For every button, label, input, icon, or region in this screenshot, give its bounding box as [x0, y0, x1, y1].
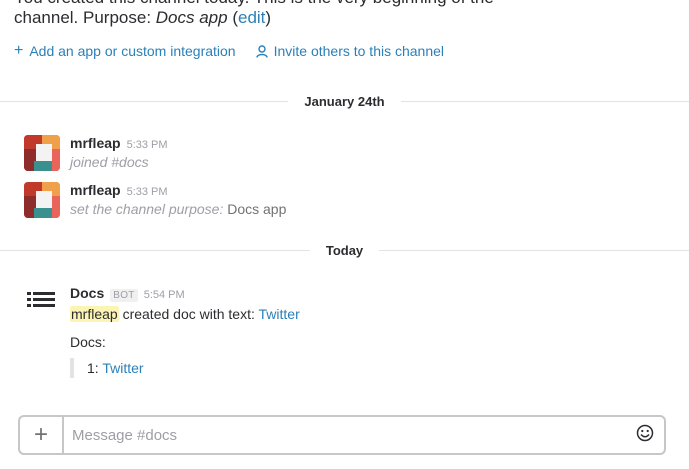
- message-body: mrfleap 5:33 PM set the channel purpose:…: [70, 182, 286, 218]
- divider-line-right: [400, 100, 689, 102]
- message-text-mid: created doc with text:: [118, 306, 259, 322]
- add-app-label: Add an app or custom integration: [29, 43, 236, 59]
- plus-icon: +: [33, 421, 48, 448]
- author-name[interactable]: mrfleap: [70, 135, 121, 151]
- message-body: Docs BOT 5:54 PM mrfleap created doc wit…: [70, 285, 300, 378]
- date-divider-today: Today: [0, 240, 689, 260]
- divider-line-right: [379, 249, 689, 251]
- purpose-value: Docs app: [155, 8, 228, 27]
- message-body: mrfleap 5:33 PM joined #docs: [70, 135, 168, 171]
- attachment-list: 1: Twitter: [70, 358, 300, 378]
- divider-line-left: [0, 249, 310, 251]
- message-timestamp[interactable]: 5:54 PM: [144, 289, 185, 301]
- message-composer: +: [18, 415, 666, 455]
- list-icon[interactable]: [24, 285, 60, 321]
- author-name[interactable]: Docs: [70, 285, 104, 301]
- add-app-link[interactable]: + Add an app or custom integration: [14, 42, 236, 60]
- smiley-icon: [636, 424, 654, 447]
- date-divider-label: Today: [325, 242, 364, 258]
- divider-line-left: [0, 100, 289, 102]
- message-header: mrfleap 5:33 PM: [70, 135, 168, 151]
- date-divider-jan24: January 24th: [0, 91, 689, 111]
- message-text: mrfleap created doc with text: Twitter: [70, 306, 300, 322]
- invite-label: Invite others to this channel: [273, 43, 445, 59]
- message-text: joined #docs: [70, 154, 149, 170]
- attachment-item-link[interactable]: Twitter: [102, 360, 143, 376]
- message-text: set the channel purpose: Docs app: [70, 201, 286, 217]
- purpose-prefix: channel. Purpose:: [14, 8, 156, 27]
- composer-add-button[interactable]: +: [20, 417, 64, 453]
- message-input[interactable]: [64, 418, 630, 452]
- message-item: mrfleap 5:33 PM set the channel purpose:…: [24, 182, 286, 218]
- edit-open-paren: (: [227, 8, 238, 27]
- date-divider-label: January 24th: [304, 93, 385, 109]
- person-icon: [255, 44, 268, 58]
- author-name[interactable]: mrfleap: [70, 182, 121, 198]
- bot-badge: BOT: [110, 289, 138, 302]
- message-timestamp[interactable]: 5:33 PM: [127, 186, 168, 198]
- message-item: mrfleap 5:33 PM joined #docs: [24, 135, 168, 171]
- purpose-value-text: Docs app: [223, 201, 287, 217]
- message-item: Docs BOT 5:54 PM mrfleap created doc wit…: [24, 285, 300, 378]
- attachment-title: Docs:: [70, 334, 106, 350]
- attachment-item-number: 1:: [87, 360, 103, 376]
- message-header: Docs BOT 5:54 PM: [70, 285, 300, 302]
- avatar[interactable]: [24, 182, 60, 218]
- message-link[interactable]: Twitter: [259, 306, 300, 322]
- avatar[interactable]: [24, 135, 60, 171]
- plus-icon: +: [14, 42, 24, 59]
- user-mention[interactable]: mrfleap: [70, 306, 119, 322]
- message-header: mrfleap 5:33 PM: [70, 182, 286, 198]
- intro-text-top: You created this channel today. This is …: [14, 0, 674, 8]
- channel-actions: + Add an app or custom integration Invit…: [14, 42, 445, 60]
- channel-purpose-line: channel. Purpose: Docs app (edit): [14, 8, 271, 28]
- invite-link[interactable]: Invite others to this channel: [255, 43, 445, 59]
- edit-purpose-link[interactable]: edit: [238, 8, 265, 27]
- edit-close-paren: ): [265, 8, 272, 27]
- purpose-action-text: set the channel purpose:: [70, 201, 224, 217]
- emoji-button[interactable]: [630, 424, 660, 447]
- message-timestamp[interactable]: 5:33 PM: [127, 139, 168, 151]
